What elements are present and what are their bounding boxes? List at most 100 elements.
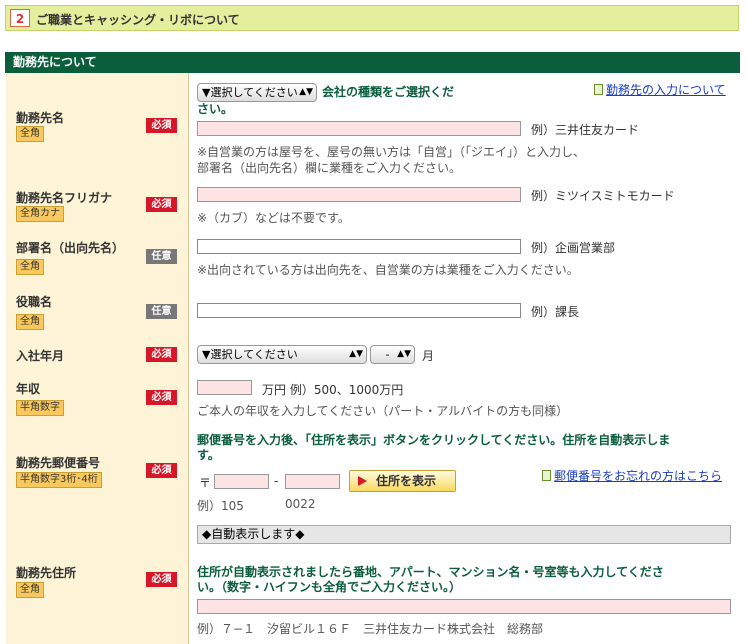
row-company-name: 勤務先名 全角 必須 ▼選択してください ▲▼ 会社の種類をご選択くだ さい。 勤… [6, 73, 739, 181]
link-text: 勤務先の入力について [606, 83, 726, 97]
select-prompt: 会社の種類をご選択くだ [322, 85, 455, 99]
required-badge: 必須 [146, 347, 177, 362]
document-icon [542, 470, 551, 481]
row-department: 部署名（出向先名） 全角 任意 例）企画営業部 ※出向されている方は出向先を、自… [6, 231, 739, 284]
income-input[interactable] [197, 380, 252, 395]
field-label: 勤務先名フリガナ [16, 191, 113, 205]
optional-badge: 任意 [146, 304, 177, 319]
note-line-2: 部署名（出向先名）欄に業種をご入力ください。 [197, 161, 462, 175]
field-cell: 例）ミツイスミトモカード ※（カブ）などは不要です。 [189, 180, 739, 231]
example-first: 例）105 [197, 499, 244, 513]
company-help-link[interactable]: 勤務先の入力について [594, 81, 726, 98]
label-cell: 役職名 全角 任意 [6, 283, 189, 339]
department-input[interactable] [197, 239, 521, 254]
example-text: 例）７−１ 汐留ビル１６Ｆ 三井住友カード株式会社 総務部 [197, 622, 544, 636]
field-label: 勤務先郵便番号 [16, 456, 101, 470]
postal-dash: - [274, 474, 279, 488]
field-cell: ▼選択してください ▲▼ 会社の種類をご選択くだ さい。 勤務先の入力について 例… [189, 73, 739, 180]
row-postal-code: 勤務先郵便番号 半角数字3桁･4桁 必須 郵便番号を入力後、「住所を表示」ボタン… [6, 423, 739, 518]
company-name-input[interactable] [197, 121, 521, 136]
field-label: 部署名（出向先名） [16, 241, 125, 255]
address-instruction-cont: い。（数字・ハイフンも全角でご入力ください。） [197, 580, 462, 594]
input-type-tag: 全角 [16, 314, 44, 330]
select-value: ▼選択してください [202, 86, 298, 99]
row-join-date: 入社年月 必須 ▼選択してください ▲▼ - ▲▼ 月 [6, 339, 739, 371]
form-header: 勤務先について [5, 52, 740, 73]
postal-mark: 〒 [199, 476, 212, 490]
example-text: 例）ミツイスミトモカード [531, 189, 675, 203]
row-income: 年収 半角数字 必須 万円 例）500、1000万円 ご本人の年収を入力してくだ… [6, 370, 739, 424]
select-value: ▼選択してください [202, 348, 298, 361]
auto-address-display: ◆自動表示します◆ [197, 525, 731, 544]
example-text: 例）三井住友カード [531, 123, 640, 137]
note-text: ご本人の年収を入力してください（パート・アルバイトの方も同様） [197, 404, 569, 418]
required-badge: 必須 [146, 197, 177, 212]
field-cell: 例）企画営業部 ※出向されている方は出向先を、自営業の方は業種をご入力ください。 [189, 231, 739, 283]
row-address: 勤務先住所 全角 必須 ◆自動表示します◆ 住所が自動表示されましたら番地、アパ… [6, 517, 739, 644]
month-unit: 月 [422, 349, 435, 363]
field-cell: ▼選択してください ▲▼ - ▲▼ 月 [189, 339, 739, 370]
input-type-tag: 全角カナ [16, 206, 64, 222]
required-badge: 必須 [146, 390, 177, 405]
join-year-select[interactable]: ▼選択してください ▲▼ [197, 345, 367, 364]
field-cell: 例）課長 [189, 283, 739, 339]
unit-example: 万円 例）500、1000万円 [262, 383, 404, 397]
join-month-select[interactable]: - ▲▼ [370, 345, 415, 364]
field-label: 入社年月 [16, 349, 65, 363]
note-text: ※（カブ）などは不要です。 [197, 211, 350, 225]
section-title: ご職業とキャッシング・リボについて [36, 13, 240, 27]
label-cell: 勤務先住所 全角 必須 [6, 517, 189, 644]
postal-instruction-cont: す。 [197, 448, 220, 462]
field-cell: 万円 例）500、1000万円 ご本人の年収を入力してください（パート・アルバイ… [189, 370, 739, 423]
input-type-tag: 半角数字 [16, 400, 64, 416]
field-cell: ◆自動表示します◆ 住所が自動表示されましたら番地、アパート、マンション名・号室… [189, 517, 739, 644]
postal-code-first-input[interactable] [214, 474, 269, 489]
example-text: 例）課長 [531, 305, 580, 319]
required-badge: 必須 [146, 572, 177, 587]
postal-instruction: 郵便番号を入力後、「住所を表示」ボタンをクリックしてください。住所を自動表示しま [197, 433, 671, 447]
note-line-1: ※自営業の方は屋号を、屋号の無い方は「自営」（「ジエイ」）と入力し、 [197, 145, 586, 159]
input-type-tag: 全角 [16, 259, 44, 275]
field-label: 年収 [16, 382, 41, 396]
forgot-postal-link[interactable]: 郵便番号をお忘れの方はこちら [542, 467, 722, 484]
field-label: 勤務先住所 [16, 566, 77, 580]
input-type-tag: 全角 [16, 582, 44, 598]
button-label: 住所を表示 [376, 474, 437, 488]
link-text: 郵便番号をお忘れの方はこちら [554, 469, 723, 483]
field-cell: 郵便番号を入力後、「住所を表示」ボタンをクリックしてください。住所を自動表示しま… [189, 423, 739, 517]
arrow-right-icon [358, 476, 367, 486]
label-cell: 部署名（出向先名） 全角 任意 [6, 231, 189, 283]
postal-code-second-input[interactable] [285, 474, 340, 489]
select-prompt-cont: さい。 [197, 102, 234, 116]
input-type-tag: 半角数字3桁･4桁 [16, 472, 102, 488]
field-label: 役職名 [16, 295, 53, 309]
select-value: - [385, 348, 390, 361]
label-cell: 入社年月 必須 [6, 339, 189, 370]
example-text: 例）企画営業部 [531, 241, 616, 255]
optional-badge: 任意 [146, 249, 177, 264]
note-text: ※出向されている方は出向先を、自営業の方は業種をご入力ください。 [197, 263, 579, 277]
label-cell: 勤務先名 全角 必須 [6, 73, 189, 180]
company-type-select[interactable]: ▼選択してください ▲▼ [197, 83, 317, 102]
label-cell: 年収 半角数字 必須 [6, 370, 189, 423]
position-input[interactable] [197, 303, 521, 318]
select-arrow-icon: ▲▼ [397, 349, 411, 359]
field-label: 勤務先名 [16, 111, 65, 125]
required-badge: 必須 [146, 463, 177, 478]
section-header: 2 ご職業とキャッシング・リボについて [5, 5, 739, 31]
label-cell: 勤務先名フリガナ 全角カナ 必須 [6, 180, 189, 231]
show-address-button[interactable]: 住所を表示 [349, 470, 456, 492]
row-company-kana: 勤務先名フリガナ 全角カナ 必須 例）ミツイスミトモカード ※（カブ）などは不要… [6, 180, 739, 232]
address-detail-input[interactable] [197, 599, 731, 614]
example-second: 0022 [285, 497, 316, 511]
row-position: 役職名 全角 任意 例）課長 [6, 283, 739, 340]
label-cell: 勤務先郵便番号 半角数字3桁･4桁 必須 [6, 423, 189, 517]
required-badge: 必須 [146, 118, 177, 133]
select-arrow-icon: ▲▼ [349, 349, 363, 359]
section-number: 2 [10, 9, 30, 27]
document-icon [594, 84, 603, 95]
select-arrow-icon: ▲▼ [299, 87, 313, 97]
company-kana-input[interactable] [197, 187, 521, 202]
input-type-tag: 全角 [16, 126, 44, 142]
address-instruction: 住所が自動表示されましたら番地、アパート、マンション名・号室等も入力してくださ [197, 565, 664, 579]
